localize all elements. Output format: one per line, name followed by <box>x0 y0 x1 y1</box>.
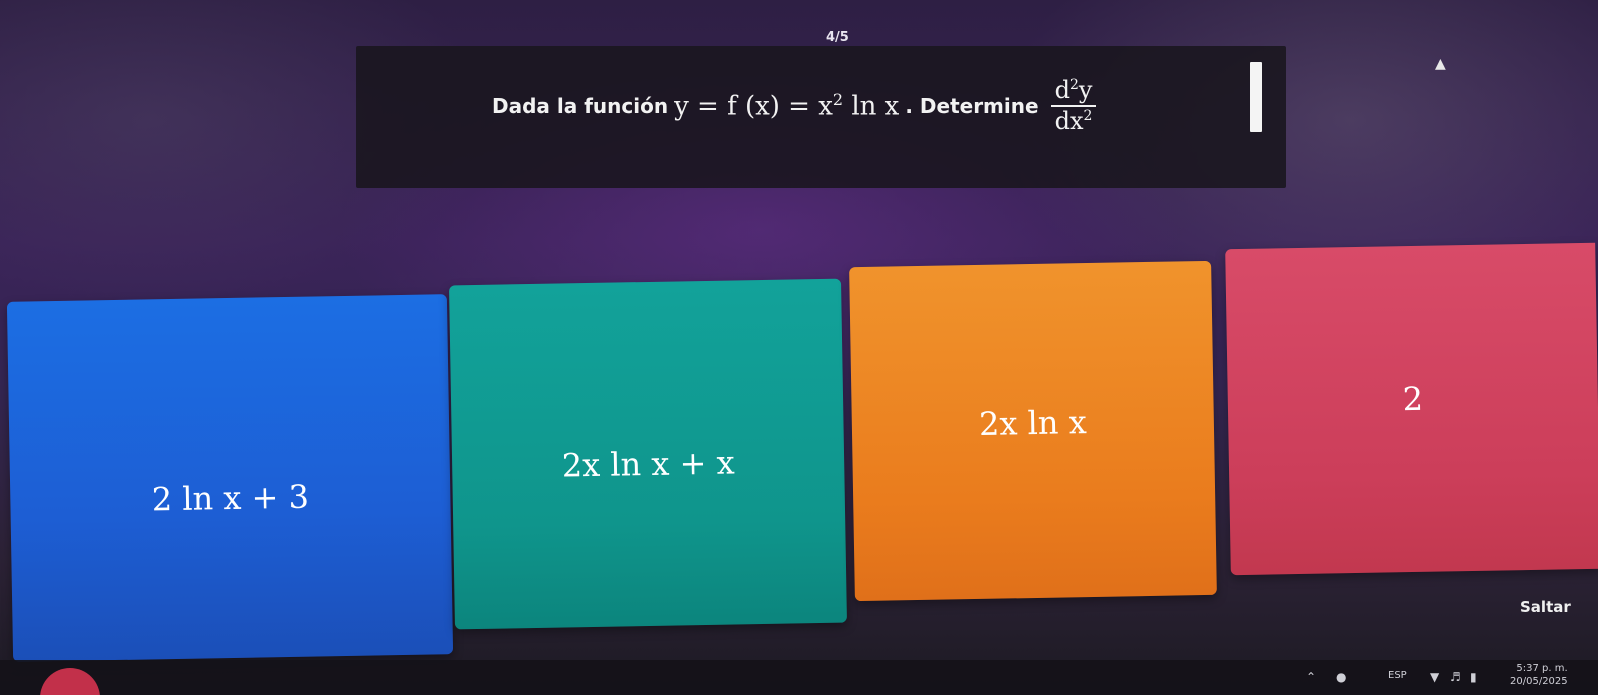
answer-label: 2x ln x <box>978 403 1087 443</box>
answer-label: 2 <box>1402 379 1424 419</box>
answer-option-2[interactable]: 2x ln x + x <box>449 278 847 630</box>
question-prefix: Dada la función <box>492 94 669 119</box>
equation-exponent: 2 <box>832 90 844 110</box>
speaker-icon[interactable]: ♬ <box>1450 670 1461 684</box>
mouse-cursor-icon: ▲ <box>1435 56 1446 72</box>
battery-icon[interactable]: ▮ <box>1470 670 1477 684</box>
fraction-numerator: d2y <box>1050 77 1097 108</box>
system-clock[interactable]: 5:37 p. m. 20/05/2025 <box>1510 662 1568 688</box>
second-derivative-fraction: d2y dx2 <box>1050 77 1097 136</box>
question-text: Dada la función y = f (x) = x2 ln x . De… <box>492 77 1097 136</box>
taskbar <box>0 660 1598 695</box>
answer-option-3[interactable]: 2x ln x <box>849 260 1217 602</box>
question-equation: y = f (x) = x2 ln x <box>674 90 899 122</box>
answer-label: 2x ln x + x <box>561 443 735 485</box>
language-indicator[interactable]: ESP <box>1388 670 1407 681</box>
answer-option-4[interactable]: 2 <box>1225 242 1598 576</box>
chevron-up-icon[interactable]: ⌃ <box>1306 670 1316 684</box>
clock-time: 5:37 p. m. <box>1516 663 1568 674</box>
fraction-denominator: dx2 <box>1054 107 1093 136</box>
question-suffix: . Determine <box>905 94 1039 119</box>
equation-log: ln x <box>843 92 900 123</box>
media-placeholder <box>1250 62 1262 132</box>
question-progress: 4/5 <box>826 30 849 45</box>
status-dot-icon: ● <box>1336 670 1347 684</box>
skip-button[interactable]: Saltar <box>1520 598 1571 616</box>
answer-label: 2 ln x + 3 <box>151 477 310 519</box>
equation-main: y = f (x) = x <box>674 92 833 123</box>
clock-date: 20/05/2025 <box>1510 676 1568 687</box>
answer-option-1[interactable]: 2 ln x + 3 <box>6 294 454 662</box>
wifi-icon[interactable]: ▼ <box>1430 670 1439 684</box>
